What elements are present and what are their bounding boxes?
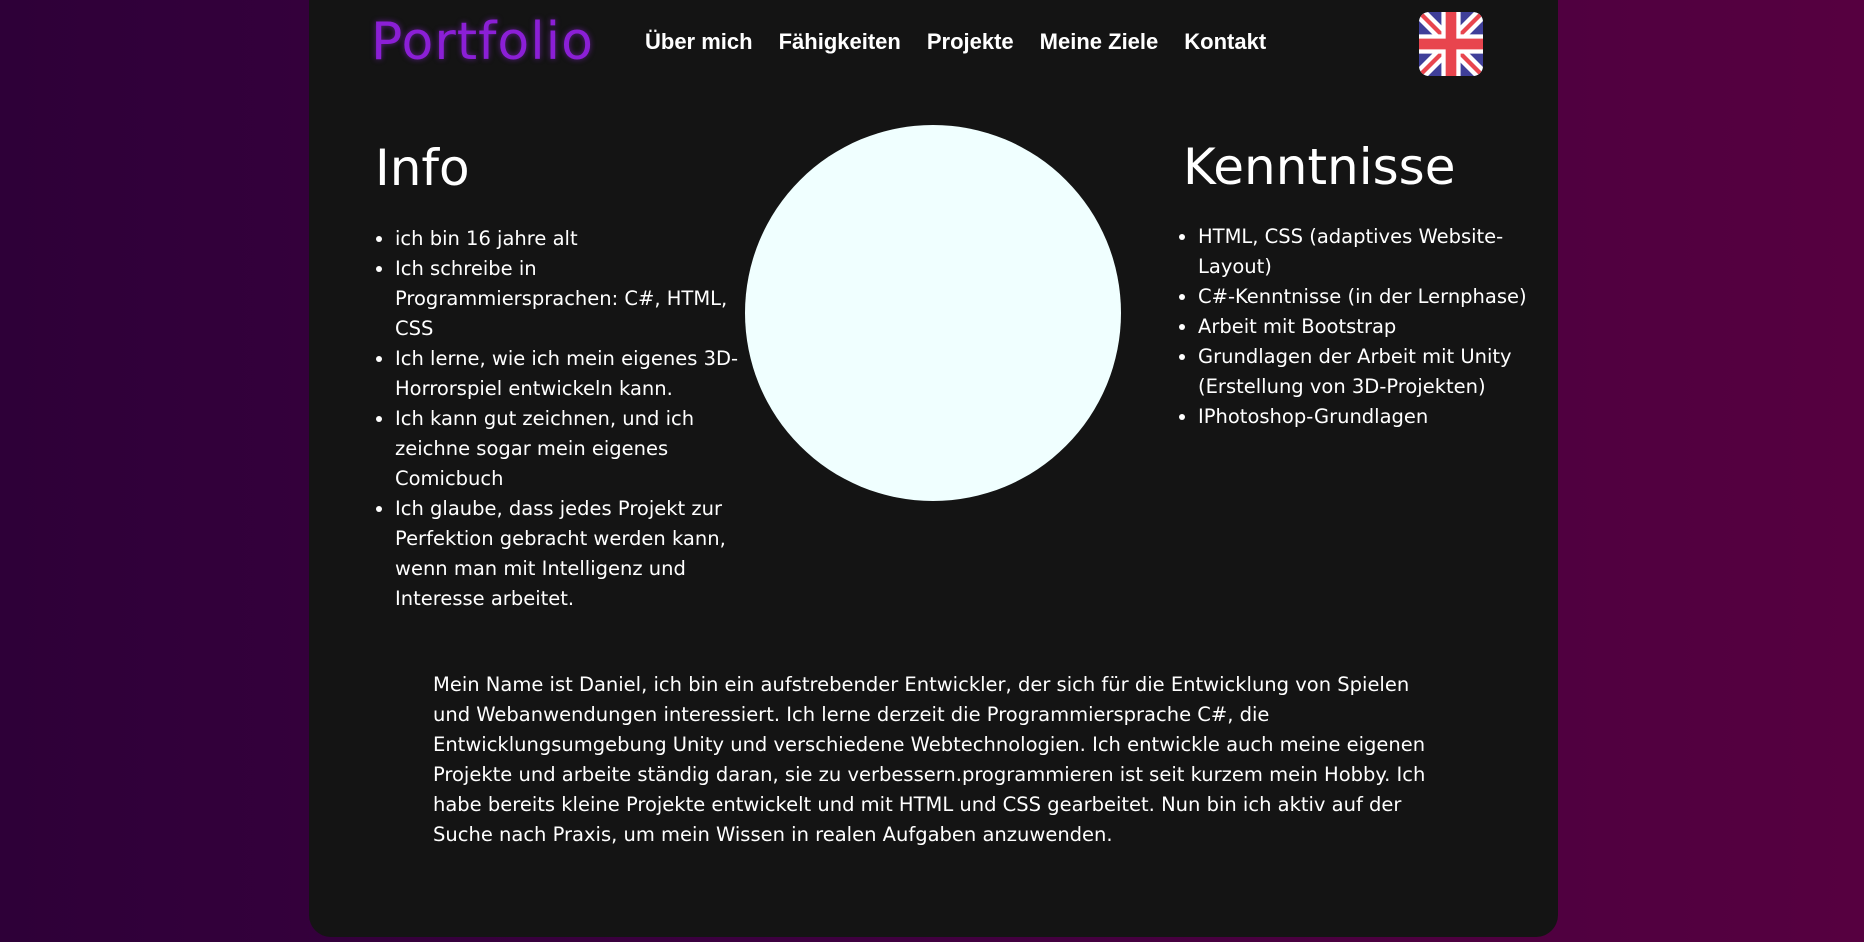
skills-list-item: Grundlagen der Arbeit mit Unity (Erstell… [1198, 342, 1546, 402]
logo[interactable]: Portfolio [371, 6, 594, 78]
about-text: Mein Name ist Daniel, ich bin ein aufstr… [433, 673, 1426, 846]
info-list-item: Ich kann gut zeichnen, und ich zeichne s… [395, 404, 750, 494]
info-list: ich bin 16 jahre alt Ich schreibe in Pro… [376, 224, 750, 614]
skills-list-item: C#-Kenntnisse (in der Lernphase) [1198, 282, 1546, 312]
nav-item-meine-ziele[interactable]: Meine Ziele [1040, 22, 1159, 62]
uk-flag-icon[interactable] [1419, 12, 1483, 76]
skills-list-item: IPhotoshop-Grundlagen [1198, 402, 1546, 432]
skills-list: HTML, CSS (adaptives Website-Layout) C#-… [1179, 222, 1546, 432]
info-list-item: ich bin 16 jahre alt [395, 224, 750, 254]
info-heading: Info [375, 139, 470, 197]
profile-photo-placeholder [745, 125, 1121, 501]
main-nav: Über mich Fähigkeiten Projekte Meine Zie… [645, 22, 1266, 62]
nav-item-faehigkeiten[interactable]: Fähigkeiten [779, 22, 901, 62]
skills-heading: Kenntnisse [1183, 138, 1456, 196]
info-list-item: Ich lerne, wie ich mein eigenes 3D-Horro… [395, 344, 750, 404]
nav-item-kontakt[interactable]: Kontakt [1184, 22, 1266, 62]
nav-item-ueber-mich[interactable]: Über mich [645, 22, 753, 62]
info-list-item: Ich schreibe in Programmiersprachen: C#,… [395, 254, 750, 344]
info-list-item: Ich glaube, dass jedes Projekt zur Perfe… [395, 494, 750, 614]
nav-item-projekte[interactable]: Projekte [927, 22, 1014, 62]
skills-list-item: HTML, CSS (adaptives Website-Layout) [1198, 222, 1546, 282]
skills-list-item: Arbeit mit Bootstrap [1198, 312, 1546, 342]
